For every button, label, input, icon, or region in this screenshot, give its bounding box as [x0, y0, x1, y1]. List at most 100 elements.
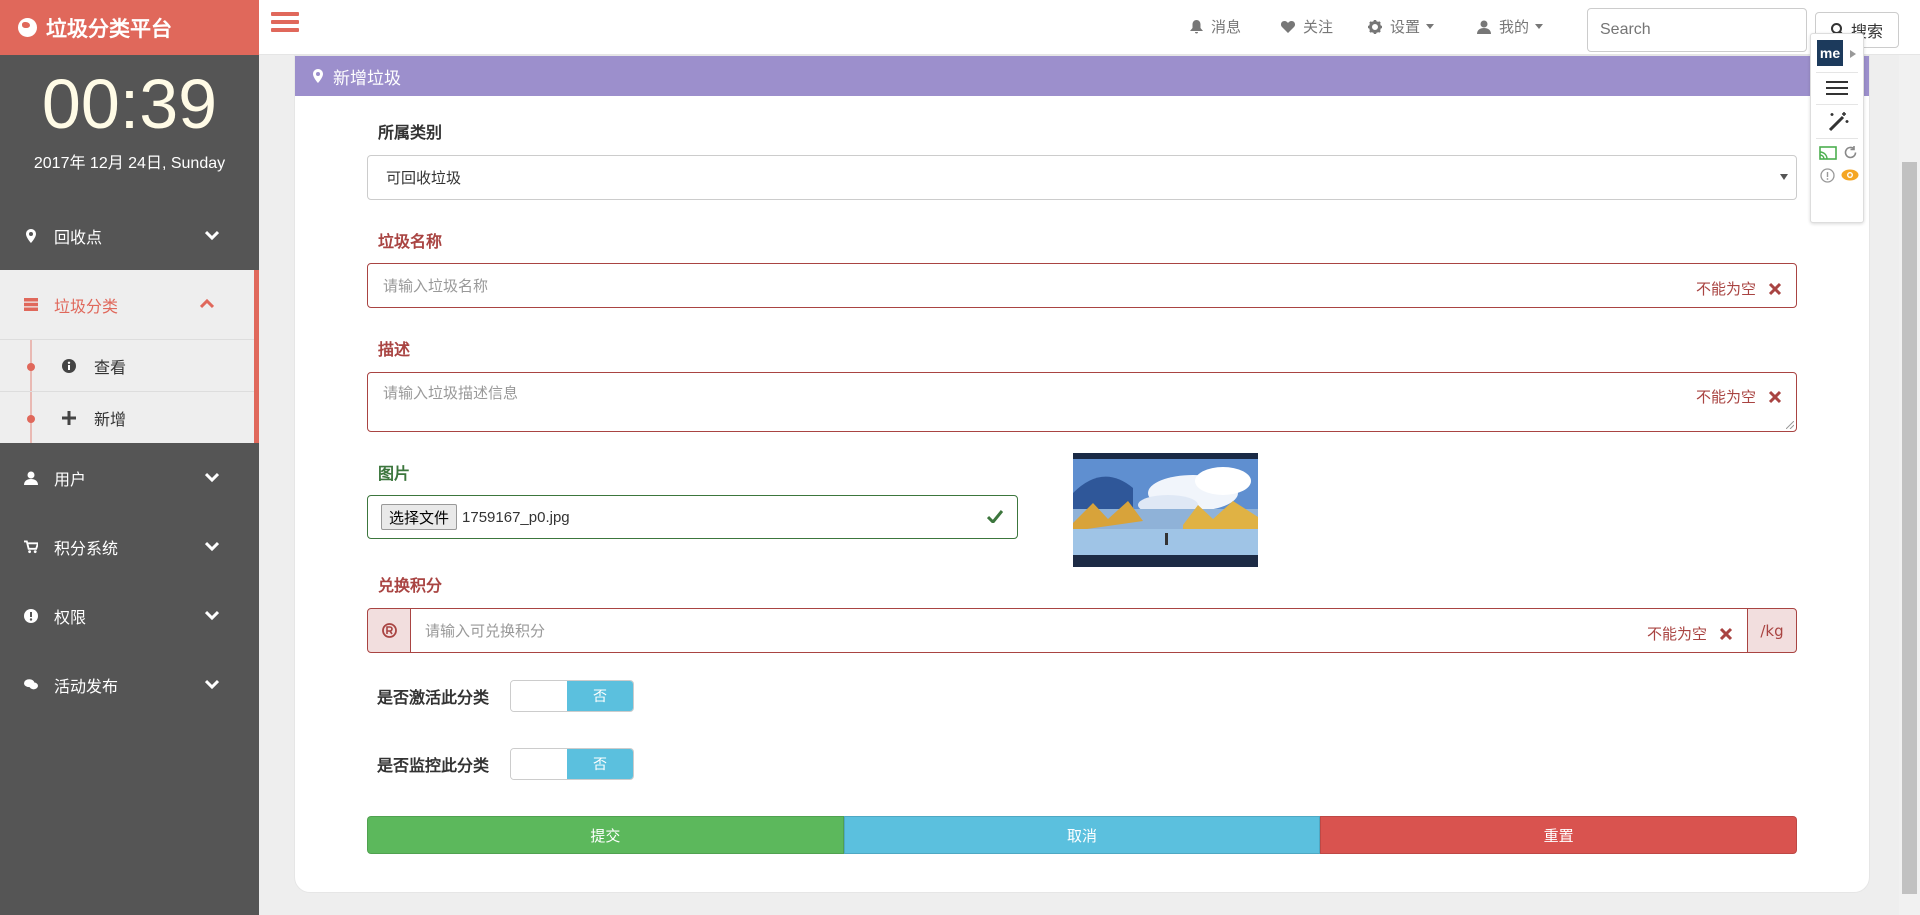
- monitor-toggle-row: 是否监控此分类 否: [377, 748, 634, 780]
- desc-error-text: 不能为空: [1695, 388, 1756, 406]
- desc-label: 描述: [378, 340, 411, 359]
- sidebar-subitem-label: 新增: [94, 409, 127, 429]
- refresh-icon[interactable]: [1843, 145, 1858, 160]
- chevron-up-icon: [200, 298, 214, 309]
- form-button-group: 提交 取消 重置: [367, 816, 1798, 854]
- mine-label: 我的: [1499, 19, 1530, 36]
- user-icon: [1477, 20, 1491, 34]
- gear-icon: [1368, 19, 1382, 34]
- panel-header: 新增垃圾: [295, 56, 1869, 96]
- sidebar-item-activity-publish[interactable]: 活动发布: [0, 650, 259, 719]
- points-input-group: 请输入可兑换积分 不能为空 /kg: [367, 608, 1797, 653]
- chevron-down-icon: [205, 472, 219, 483]
- error-x-icon: [1768, 390, 1782, 403]
- menu-lines-icon[interactable]: [1826, 80, 1848, 96]
- alert-circle-icon[interactable]: [1820, 168, 1835, 183]
- globe-icon: [18, 18, 37, 37]
- check-icon: [987, 510, 1003, 523]
- category-label: 所属类别: [378, 123, 443, 142]
- monitor-switch[interactable]: 否: [510, 748, 634, 780]
- switch-handle: [511, 681, 567, 711]
- server-icon: [24, 298, 38, 312]
- heart-icon: [1281, 21, 1295, 33]
- clock-time: 00:39: [41, 65, 218, 143]
- points-label: 兑换积分: [378, 576, 443, 595]
- sidebar-item-label: 积分系统: [54, 538, 119, 558]
- settings-label: 设置: [1390, 19, 1421, 36]
- timeline-dot: [27, 363, 35, 371]
- points-input[interactable]: 请输入可兑换积分 不能为空: [411, 608, 1747, 653]
- image-label: 图片: [378, 464, 411, 483]
- sidebar-item-points-system[interactable]: 积分系统: [0, 512, 259, 581]
- image-preview: [1073, 453, 1258, 567]
- resize-handle-icon[interactable]: [1786, 421, 1794, 429]
- desc-error: 不能为空: [1696, 386, 1782, 407]
- points-error-text: 不能为空: [1646, 625, 1707, 643]
- sidebar-item-recycle-points[interactable]: 回收点: [0, 201, 259, 270]
- eye-icon[interactable]: [1841, 169, 1859, 181]
- chevron-down-icon: [205, 610, 219, 621]
- sidebar-subitem-label: 查看: [94, 357, 127, 377]
- switch-handle: [511, 749, 567, 779]
- timeline-dot: [27, 415, 35, 423]
- chevron-down-icon: [205, 230, 219, 241]
- submit-button[interactable]: 提交: [367, 816, 844, 854]
- info-circle-icon: [62, 358, 76, 373]
- error-x-icon: [1719, 627, 1733, 640]
- category-selected-value: 可回收垃圾: [386, 169, 462, 187]
- hamburger-menu-icon[interactable]: [271, 12, 299, 38]
- messages-link[interactable]: 消息: [1190, 16, 1241, 37]
- active-switch[interactable]: 否: [510, 680, 634, 712]
- follow-label: 关注: [1303, 19, 1334, 36]
- extension-toolbar: me: [1810, 33, 1864, 223]
- scrollbar-thumb[interactable]: [1902, 162, 1917, 894]
- expand-arrow-icon[interactable]: [1850, 50, 1856, 58]
- sidebar-item-label: 活动发布: [54, 676, 119, 696]
- shopping-cart-icon: [24, 539, 38, 554]
- registered-icon: [381, 623, 397, 638]
- image-file-input[interactable]: 选择文件 1759167_p0.jpg: [367, 495, 1018, 539]
- desc-textarea[interactable]: 请输入垃圾描述信息 不能为空: [367, 372, 1797, 432]
- choose-file-button[interactable]: 选择文件: [381, 504, 458, 530]
- mine-dropdown[interactable]: 我的: [1477, 16, 1544, 37]
- name-placeholder: 请输入垃圾名称: [383, 277, 489, 295]
- magic-wand-icon[interactable]: [1826, 110, 1850, 134]
- topbar: 消息 关注 设置 我的 搜索: [259, 0, 1920, 55]
- chevron-down-icon: [205, 679, 219, 690]
- follow-link[interactable]: 关注: [1281, 16, 1333, 37]
- map-marker-icon: [24, 228, 38, 243]
- search-input[interactable]: [1587, 8, 1807, 52]
- sidebar-item-users[interactable]: 用户: [0, 443, 259, 512]
- sidebar-item-garbage-category[interactable]: 垃圾分类: [0, 270, 259, 339]
- bell-icon: [1190, 19, 1203, 33]
- sidebar-item-label: 用户: [54, 469, 87, 489]
- cast-icon[interactable]: [1819, 146, 1837, 160]
- sidebar-subitem-add[interactable]: 新增: [0, 391, 254, 443]
- cancel-button[interactable]: 取消: [843, 816, 1321, 854]
- select-arrow-icon: [1780, 174, 1788, 180]
- name-input[interactable]: 请输入垃圾名称 不能为空: [367, 263, 1797, 308]
- sidebar-subitem-view[interactable]: 查看: [0, 339, 254, 391]
- settings-dropdown[interactable]: 设置: [1368, 16, 1435, 37]
- points-error: 不能为空: [1647, 623, 1733, 644]
- desc-placeholder: 请输入垃圾描述信息: [383, 384, 519, 402]
- points-unit: /kg: [1747, 608, 1797, 653]
- user-icon: [24, 471, 38, 485]
- caret-down-icon: [1535, 24, 1544, 29]
- me-extension-logo[interactable]: me: [1817, 40, 1843, 66]
- chosen-filename: 1759167_p0.jpg: [462, 508, 570, 526]
- points-addon: [367, 608, 411, 653]
- active-toggle-row: 是否激活此分类 否: [377, 680, 634, 712]
- chevron-down-icon: [205, 541, 219, 552]
- plus-icon: [62, 410, 76, 425]
- category-select[interactable]: 可回收垃圾: [367, 155, 1797, 200]
- comments-icon: [24, 678, 38, 692]
- reset-button[interactable]: 重置: [1320, 816, 1798, 854]
- brand[interactable]: 垃圾分类平台: [0, 0, 259, 55]
- messages-label: 消息: [1211, 19, 1242, 36]
- monitor-switch-state: 否: [567, 749, 633, 779]
- sidebar: 垃圾分类平台 00:39 2017年 12月 24日, Sunday 回收点 垃…: [0, 0, 259, 915]
- error-x-icon: [1768, 282, 1782, 295]
- name-error-text: 不能为空: [1695, 280, 1756, 298]
- sidebar-item-permissions[interactable]: 权限: [0, 581, 259, 650]
